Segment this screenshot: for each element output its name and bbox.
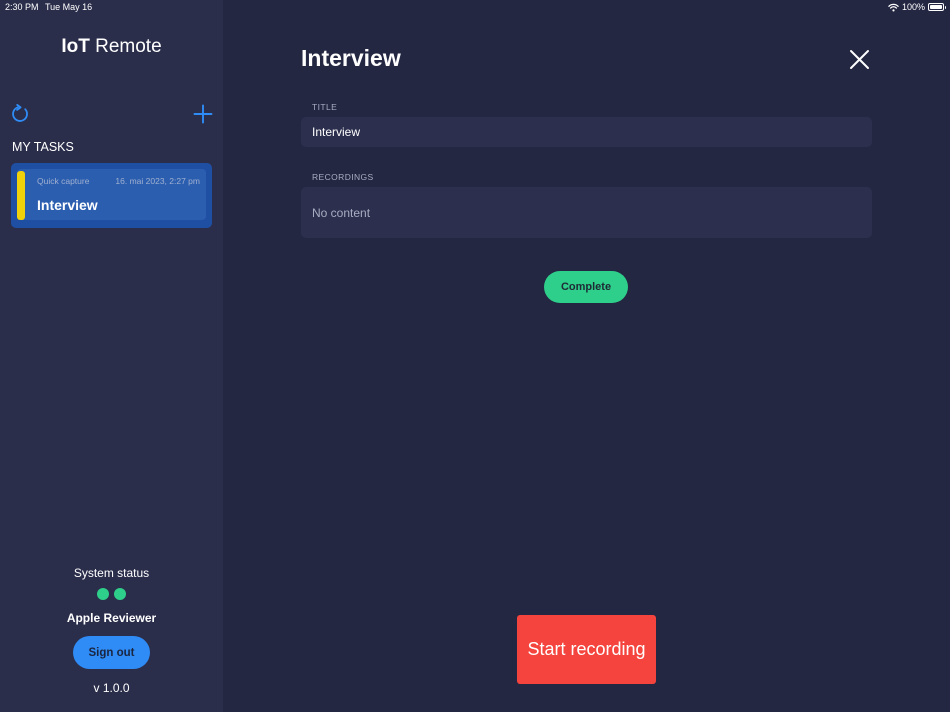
close-icon[interactable] [849,49,870,70]
plus-icon[interactable] [193,104,213,124]
task-type: Quick capture [37,176,90,186]
task-title: Interview [37,197,98,213]
app-title-bold: IoT [61,36,90,57]
battery-icon [928,3,946,11]
user-name: Apple Reviewer [66,611,157,625]
status-indicator-dot [97,588,109,600]
task-date: 16. mai 2023, 2:27 pm [115,176,200,186]
status-time: 2:30 PM [5,2,39,12]
app-title-rest: Remote [89,36,162,57]
task-color-stripe [17,171,25,220]
system-status-label: System status [73,566,150,580]
recordings-empty-text: No content [312,206,371,220]
status-bar: 2:30 PM Tue May 16 100% [0,0,950,14]
title-field-label: TITLE [312,102,338,112]
recordings-list: No content [301,187,872,238]
task-card[interactable]: Quick capture 16. mai 2023, 2:27 pm Inte… [11,163,212,228]
page-title: Interview [301,45,401,71]
status-indicators: 100% [888,2,946,12]
status-indicator-dot [114,588,126,600]
refresh-icon[interactable] [10,104,30,124]
start-recording-button[interactable]: Start recording [517,615,656,684]
tasks-heading: MY TASKS [12,140,74,154]
sign-out-button[interactable]: Sign out [73,636,150,669]
recordings-label: RECORDINGS [312,172,374,182]
wifi-icon [888,3,899,11]
app-version: v 1.0.0 [93,681,130,695]
sidebar: IoT Remote MY TASKS Quick capture 16. ma… [0,0,223,712]
status-date: Tue May 16 [45,2,93,12]
battery-fill [930,5,942,9]
complete-button[interactable]: Complete [544,271,628,303]
task-card-body: Quick capture 16. mai 2023, 2:27 pm Inte… [17,169,206,220]
battery-percent: 100% [901,2,925,12]
title-input[interactable] [301,117,872,147]
app-title: IoT Remote [0,36,223,58]
